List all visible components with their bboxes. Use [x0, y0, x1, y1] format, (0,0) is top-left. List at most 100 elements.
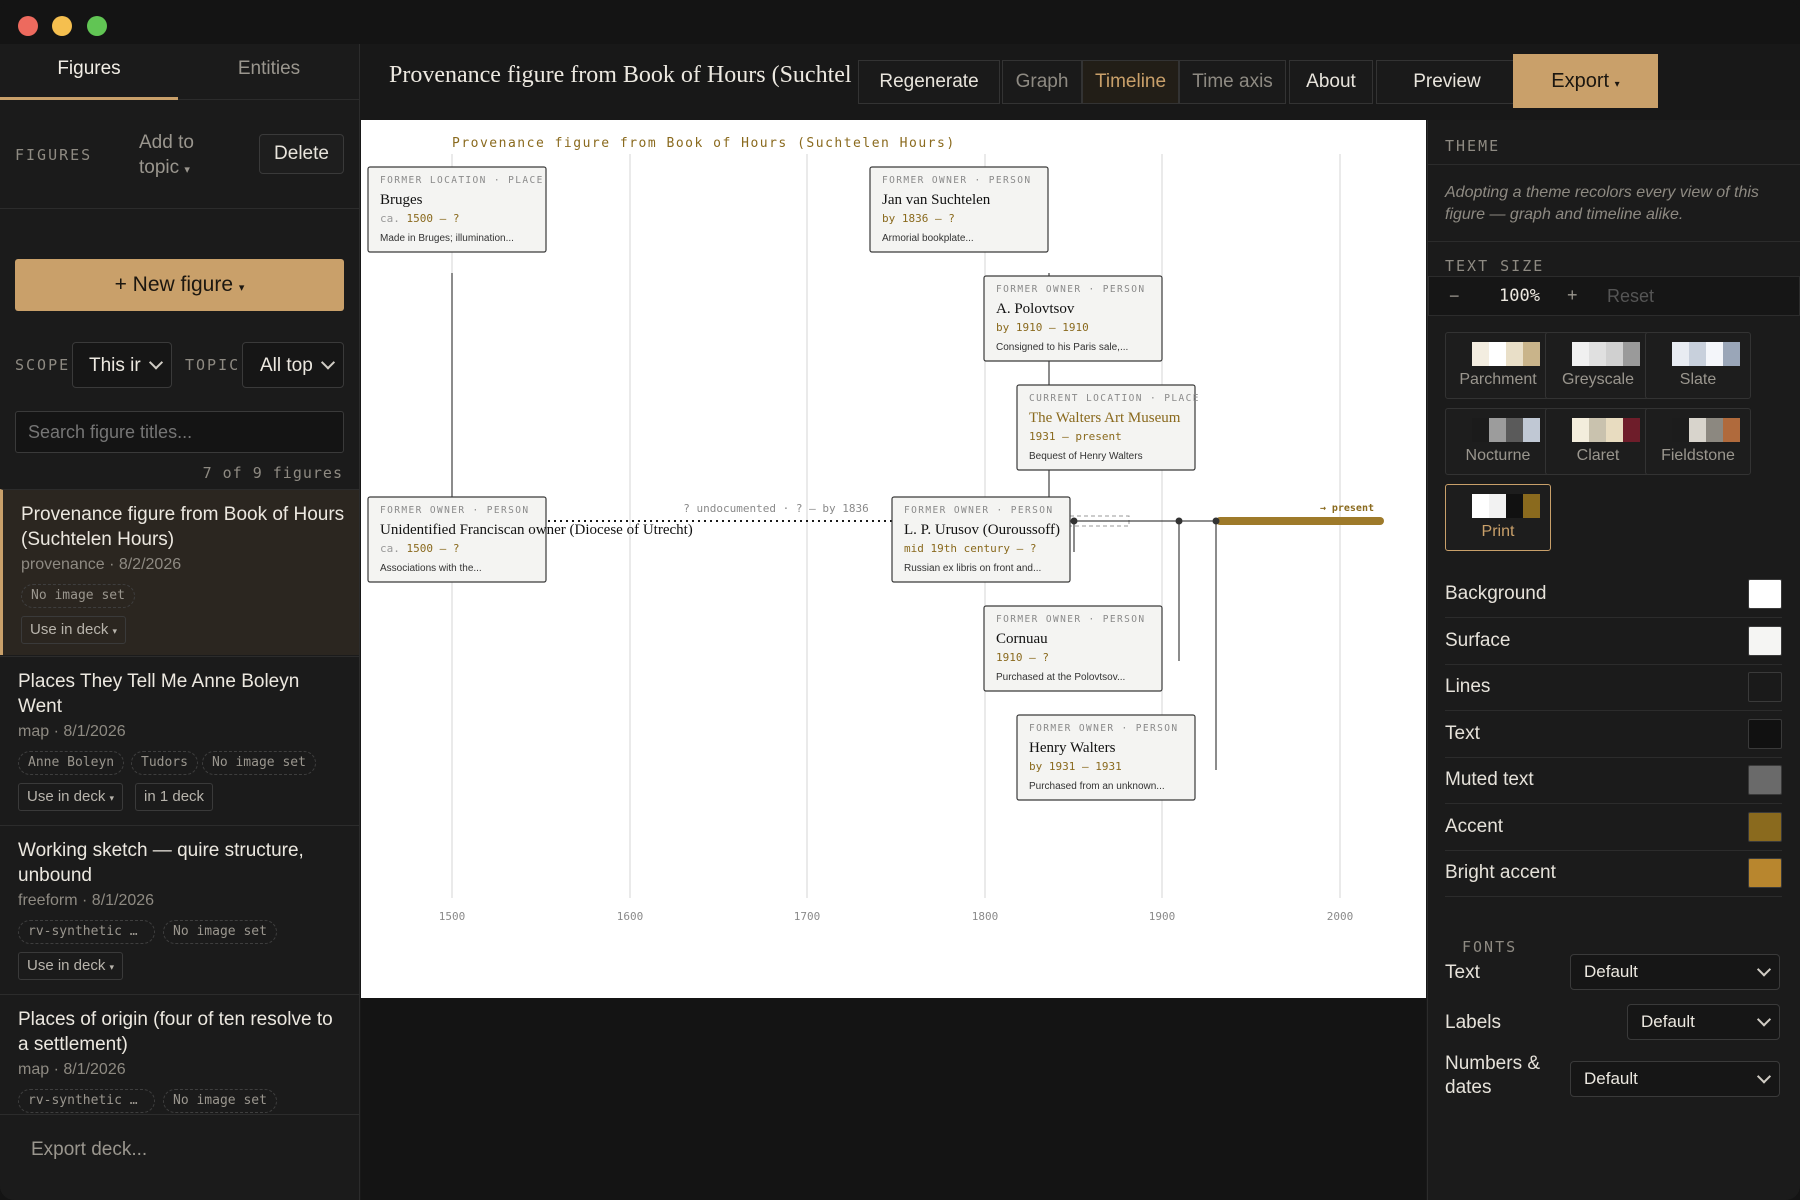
color-picker-swatch[interactable]: [1748, 625, 1782, 656]
theme-swatch-parchment[interactable]: Parchment: [1445, 332, 1551, 399]
use-in-deck-button[interactable]: Use in deck ▾: [18, 783, 124, 811]
export-button[interactable]: Export ▾: [1513, 54, 1658, 108]
tab-entities[interactable]: Entities: [180, 44, 358, 100]
in-deck-button[interactable]: in 1 deck: [135, 783, 214, 811]
color-picker-swatch[interactable]: [1748, 765, 1782, 795]
theme-swatch-print[interactable]: Print: [1445, 484, 1551, 551]
event-card[interactable]: FORMER OWNER · PERSON L. P. Urusov (Ourou…: [891, 496, 1071, 583]
theme-swatch-label: Parchment: [1459, 371, 1537, 388]
export-label: Export: [1551, 70, 1610, 92]
theme-swatch-slate[interactable]: Slate: [1645, 332, 1751, 399]
color-row-text: Text: [1445, 712, 1782, 758]
event-card[interactable]: FORMER OWNER · PERSON Unidentified Franci…: [367, 496, 693, 583]
add-to-topic-button[interactable]: Add to topic ▾: [139, 130, 219, 183]
event-dot[interactable]: [1212, 517, 1220, 525]
use-in-deck-label: Use in deck: [27, 957, 106, 974]
new-figure-button[interactable]: + New figure ▾: [15, 259, 344, 311]
event-card[interactable]: FORMER OWNER · PERSON A. Polovtsov Consign…: [983, 275, 1163, 362]
figure-title: Provenance figure from Book of Hours (Su…: [21, 504, 345, 550]
card-date-range: 1931 – present: [1029, 430, 1122, 443]
timeline-chart: Provenance figure from Book of Hours (Su…: [367, 136, 1384, 923]
theme-color-sample: [1472, 494, 1489, 518]
color-row-label: Muted text: [1445, 769, 1534, 790]
figure-list-item[interactable]: Places They Tell Me Anne Boleyn Went map…: [0, 656, 359, 824]
tag-chip: Anne Boleyn: [18, 751, 125, 775]
font-labels-select[interactable]: Default: [1627, 1004, 1780, 1040]
color-picker-swatch[interactable]: [1748, 718, 1782, 749]
document-title: Provenance figure from Book of Hours (Su…: [389, 62, 852, 88]
theme-color-sample: [1572, 342, 1589, 366]
figure-list-item[interactable]: Provenance figure from Book of Hours (Su…: [0, 489, 359, 655]
color-picker-swatch[interactable]: [1748, 811, 1782, 842]
text-size-reset-button[interactable]: Reset: [1607, 286, 1654, 307]
color-picker-swatch[interactable]: [1748, 672, 1782, 702]
theme-panel: THEME Adopting a theme recolors every vi…: [1427, 120, 1800, 1200]
event-card[interactable]: FORMER OWNER · PERSON Henry Walters Purcha…: [1016, 714, 1196, 801]
search-figures-input[interactable]: [15, 411, 344, 453]
theme-color-sample: [1572, 418, 1589, 442]
close-window-button[interactable]: [18, 16, 38, 36]
card-note: Bequest of Henry Walters: [1029, 451, 1143, 462]
color-picker-swatch[interactable]: [1748, 858, 1782, 888]
theme-color-sample: [1606, 342, 1623, 366]
text-size-increase-button[interactable]: +: [1567, 285, 1578, 306]
theme-color-sample: [1506, 494, 1523, 518]
event-card[interactable]: FORMER LOCATION · PLACE Bruges Made in Bru…: [367, 166, 547, 253]
tab-time-axis[interactable]: Time axis: [1179, 60, 1286, 104]
tag-chip: rv-synthetic …: [18, 1089, 155, 1113]
card-note: Consigned to his Paris sale,...: [996, 342, 1128, 353]
font-text-select[interactable]: Default: [1570, 954, 1780, 990]
card-date: ca. 1500 – ?: [380, 212, 459, 225]
text-size-value: 100%: [1499, 286, 1540, 306]
event-dot[interactable]: [1175, 517, 1183, 525]
theme-swatch-greyscale[interactable]: Greyscale: [1545, 332, 1651, 399]
text-size-decrease-button[interactable]: −: [1449, 286, 1460, 307]
color-row-background: Background: [1445, 572, 1782, 618]
color-row-label: Surface: [1445, 629, 1511, 651]
card-date: ca. 1500 – ?: [380, 542, 459, 555]
event-card[interactable]: FORMER OWNER · PERSON Cornuau Purchased at…: [983, 605, 1163, 692]
theme-color-sample: [1523, 342, 1540, 366]
theme-swatch-label: Fieldstone: [1661, 447, 1735, 464]
chevron-down-icon: ▾: [112, 626, 118, 636]
tab-timeline[interactable]: Timeline: [1082, 60, 1179, 104]
app-window: Figures Entities FIGURES Add to topic ▾ …: [0, 0, 1800, 1200]
theme-color-strip: [1472, 418, 1540, 442]
tick-label: 1800: [972, 910, 999, 923]
minimize-window-button[interactable]: [52, 16, 72, 36]
event-card[interactable]: CURRENT LOCATION · PLACE The Walters Art …: [1016, 384, 1200, 471]
about-button[interactable]: About: [1289, 60, 1373, 104]
topic-select[interactable]: All top: [242, 342, 344, 388]
theme-swatch-fieldstone[interactable]: Fieldstone: [1645, 408, 1751, 475]
tab-graph[interactable]: Graph: [1002, 60, 1082, 104]
event-card[interactable]: FORMER OWNER · PERSON Jan van Suchtelen Ar…: [869, 166, 1049, 253]
theme-color-sample: [1689, 418, 1706, 442]
tab-figures[interactable]: Figures: [0, 44, 178, 100]
theme-color-sample: [1506, 418, 1523, 442]
chevron-down-icon: [320, 355, 336, 370]
preview-button[interactable]: Preview: [1376, 60, 1518, 104]
use-in-deck-button[interactable]: Use in deck ▾: [21, 616, 127, 644]
theme-swatch-label: Slate: [1679, 371, 1717, 388]
timeline-canvas: Provenance figure from Book of Hours (Su…: [361, 120, 1426, 998]
color-picker-swatch[interactable]: [1748, 579, 1782, 609]
theme-swatch-claret[interactable]: Claret: [1545, 408, 1651, 475]
no-image-chip: No image set: [163, 1089, 277, 1113]
figure-list-item[interactable]: Places of origin (four of ten resolve to…: [0, 994, 359, 1114]
scope-select[interactable]: This ir: [72, 342, 172, 388]
regenerate-button[interactable]: Regenerate: [858, 60, 1000, 104]
event-dot[interactable]: [1070, 517, 1078, 525]
figure-meta: freeform · 8/1/2026: [18, 892, 155, 909]
theme-color-sample: [1723, 418, 1740, 442]
export-deck-button[interactable]: Export deck...: [31, 1139, 147, 1161]
font-numbers-select[interactable]: Default: [1570, 1061, 1780, 1097]
theme-swatch-label: Nocturne: [1465, 447, 1531, 464]
delete-button[interactable]: Delete: [259, 134, 344, 174]
theme-color-sample: [1723, 342, 1740, 366]
zoom-window-button[interactable]: [87, 16, 107, 36]
use-in-deck-button[interactable]: Use in deck ▾: [18, 952, 124, 980]
figure-list-item[interactable]: Working sketch — quire structure, unboun…: [0, 825, 359, 993]
color-row-surface: Surface: [1445, 619, 1782, 665]
theme-swatch-nocturne[interactable]: Nocturne: [1445, 408, 1551, 475]
card-note: Associations with the...: [380, 563, 482, 574]
